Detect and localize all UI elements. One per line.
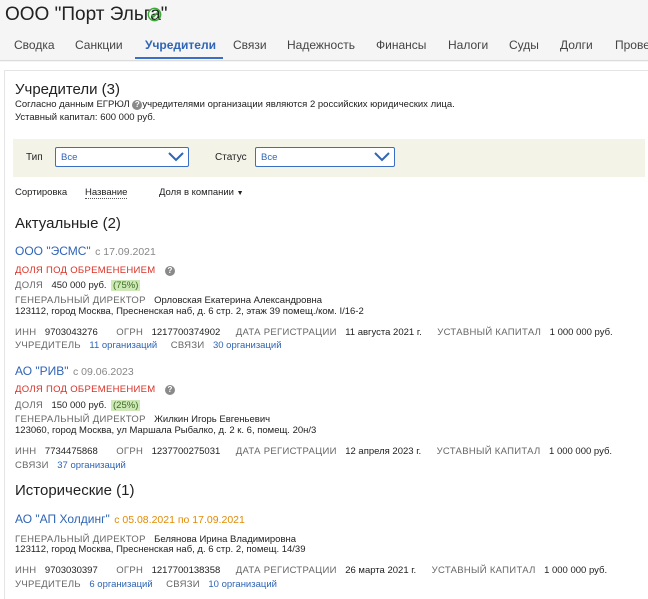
historic-founders-heading: Исторические (1) bbox=[15, 482, 135, 499]
founders-title: Учредители (3) bbox=[15, 81, 121, 98]
links-label: СВЯЗИ bbox=[15, 460, 49, 471]
capital-label: УСТАВНЫЙ КАПИТАЛ bbox=[431, 565, 536, 576]
burden-label: ДОЛЯ ПОД ОБРЕМЕНЕНИЕМ bbox=[15, 384, 156, 395]
tab-reliability[interactable]: Надежность bbox=[287, 38, 355, 52]
description-prefix: Согласно данным ЕГРЮЛ bbox=[15, 99, 130, 110]
help-icon[interactable]: ? bbox=[132, 100, 143, 110]
director-label: ГЕНЕРАЛЬНЫЙ ДИРЕКТОР bbox=[15, 295, 146, 306]
links-orgs-link[interactable]: 30 организаций bbox=[213, 340, 282, 351]
tab-summary[interactable]: Сводка bbox=[14, 38, 55, 52]
capital-value: 1 000 000 руб. bbox=[549, 327, 613, 338]
tab-founders[interactable]: Учредители bbox=[145, 38, 216, 52]
address: 123112, город Москва, Пресненская наб, д… bbox=[15, 544, 306, 555]
links-orgs-link[interactable]: 37 организаций bbox=[57, 460, 126, 471]
address: 123060, город Москва, ул Маршала Рыбалко… bbox=[15, 425, 317, 436]
founder-name-link[interactable]: АО "РИВ" bbox=[15, 364, 69, 378]
tab-finance[interactable]: Финансы bbox=[376, 38, 426, 52]
founder-orgs-link[interactable]: 6 организаций bbox=[89, 579, 152, 590]
ogrn-value: 1237700275031 bbox=[151, 446, 221, 457]
help-icon[interactable]: ? bbox=[164, 266, 175, 276]
sort-by-share[interactable]: Доля в компании ▼ bbox=[159, 187, 244, 198]
reg-date-value: 11 августа 2021 г. bbox=[345, 327, 422, 338]
relations-row: УЧРЕДИТЕЛЬ 11 организаций СВЯЗИ 30 орган… bbox=[15, 335, 282, 353]
links-label: СВЯЗИ bbox=[166, 579, 200, 590]
sort-label: Сортировка bbox=[15, 187, 68, 198]
relations-row: УЧРЕДИТЕЛЬ 6 организаций СВЯЗИ 10 органи… bbox=[15, 574, 277, 592]
chevron-down-icon bbox=[168, 152, 184, 162]
founders-description: Согласно данным ЕГРЮЛ ? учредителями орга… bbox=[15, 99, 455, 110]
tab-courts[interactable]: Суды bbox=[509, 38, 539, 52]
status-filter-label: Статус bbox=[215, 152, 247, 163]
founder-period: с 05.08.2021 по 17.09.2021 bbox=[114, 514, 245, 526]
type-filter-label: Тип bbox=[26, 152, 43, 163]
filter-panel: Тип Все Статус Все bbox=[13, 139, 645, 177]
current-founders-heading: Актуальные (2) bbox=[15, 215, 121, 232]
director-name: Орловская Екатерина Александровна bbox=[154, 295, 323, 306]
tab-taxes[interactable]: Налоги bbox=[448, 38, 488, 52]
description-suffix: учредителями организации являются 2 росс… bbox=[142, 99, 455, 110]
relations-row: СВЯЗИ 37 организаций bbox=[15, 455, 126, 473]
links-label: СВЯЗИ bbox=[170, 340, 205, 351]
reg-date-label: ДАТА РЕГИСТРАЦИИ bbox=[235, 446, 337, 457]
founder-name-link[interactable]: АО "АП Холдинг" bbox=[15, 512, 110, 526]
links-orgs-link[interactable]: 10 организаций bbox=[208, 579, 277, 590]
tab-sanctions[interactable]: Санкции bbox=[75, 38, 123, 52]
founder-since: с 17.09.2021 bbox=[95, 246, 156, 258]
tab-connections[interactable]: Связи bbox=[233, 38, 267, 52]
founder-label: УЧРЕДИТЕЛЬ bbox=[15, 579, 81, 590]
status-filter-select[interactable]: Все bbox=[255, 147, 395, 167]
reg-date-value: 12 апреля 2023 г. bbox=[345, 446, 422, 457]
capital-label: УСТАВНЫЙ КАПИТАЛ bbox=[437, 327, 542, 338]
verified-check-icon bbox=[147, 7, 162, 22]
type-filter-select[interactable]: Все bbox=[55, 147, 189, 167]
director-label: ГЕНЕРАЛЬНЫЙ ДИРЕКТОР bbox=[15, 414, 146, 425]
founder-name-row: АО "РИВ" с 09.06.2023 bbox=[15, 362, 134, 380]
founder-since: с 09.06.2023 bbox=[73, 366, 134, 378]
founders-panel: Учредители (3) Согласно данным ЕГРЮЛ ? уч… bbox=[4, 70, 648, 599]
header-divider bbox=[0, 60, 648, 61]
reg-date-value: 26 марта 2021 г. bbox=[345, 565, 417, 576]
sort-by-share-label: Доля в компании bbox=[159, 187, 234, 198]
founder-label: УЧРЕДИТЕЛЬ bbox=[15, 340, 81, 351]
director-name: Жилкин Игорь Евгеньевич bbox=[154, 414, 271, 425]
capital-value: 1 000 000 руб. bbox=[549, 446, 613, 457]
authorized-capital: Уставный капитал: 600 000 руб. bbox=[15, 112, 156, 123]
type-filter-value: Все bbox=[61, 152, 78, 163]
company-header: ООО "Порт Эльга" Сводка Санкции Учредите… bbox=[0, 0, 648, 62]
chevron-down-icon bbox=[374, 152, 390, 162]
tab-checks[interactable]: Прове bbox=[615, 38, 648, 52]
founder-orgs-link[interactable]: 11 организаций bbox=[89, 340, 157, 351]
company-title: ООО "Порт Эльга" bbox=[5, 4, 168, 25]
tab-debts[interactable]: Долги bbox=[560, 38, 593, 52]
tab-bar: Сводка Санкции Учредители Связи Надежнос… bbox=[0, 34, 648, 60]
founder-name-row: ООО "ЭСМС" с 17.09.2021 bbox=[15, 242, 156, 260]
help-icon[interactable]: ? bbox=[164, 385, 175, 395]
sort-by-name[interactable]: Название bbox=[85, 187, 128, 199]
active-tab-indicator bbox=[135, 57, 223, 59]
capital-value: 1 000 000 руб. bbox=[544, 565, 608, 576]
founder-name-row: АО "АП Холдинг" с 05.08.2021 по 17.09.20… bbox=[15, 510, 245, 528]
address: 123112, город Москва, Пресненская наб, д… bbox=[15, 306, 364, 317]
capital-label: УСТАВНЫЙ КАПИТАЛ bbox=[436, 446, 541, 457]
founder-name-link[interactable]: ООО "ЭСМС" bbox=[15, 244, 91, 258]
caret-down-icon: ▼ bbox=[236, 190, 244, 197]
status-filter-value: Все bbox=[261, 152, 278, 163]
